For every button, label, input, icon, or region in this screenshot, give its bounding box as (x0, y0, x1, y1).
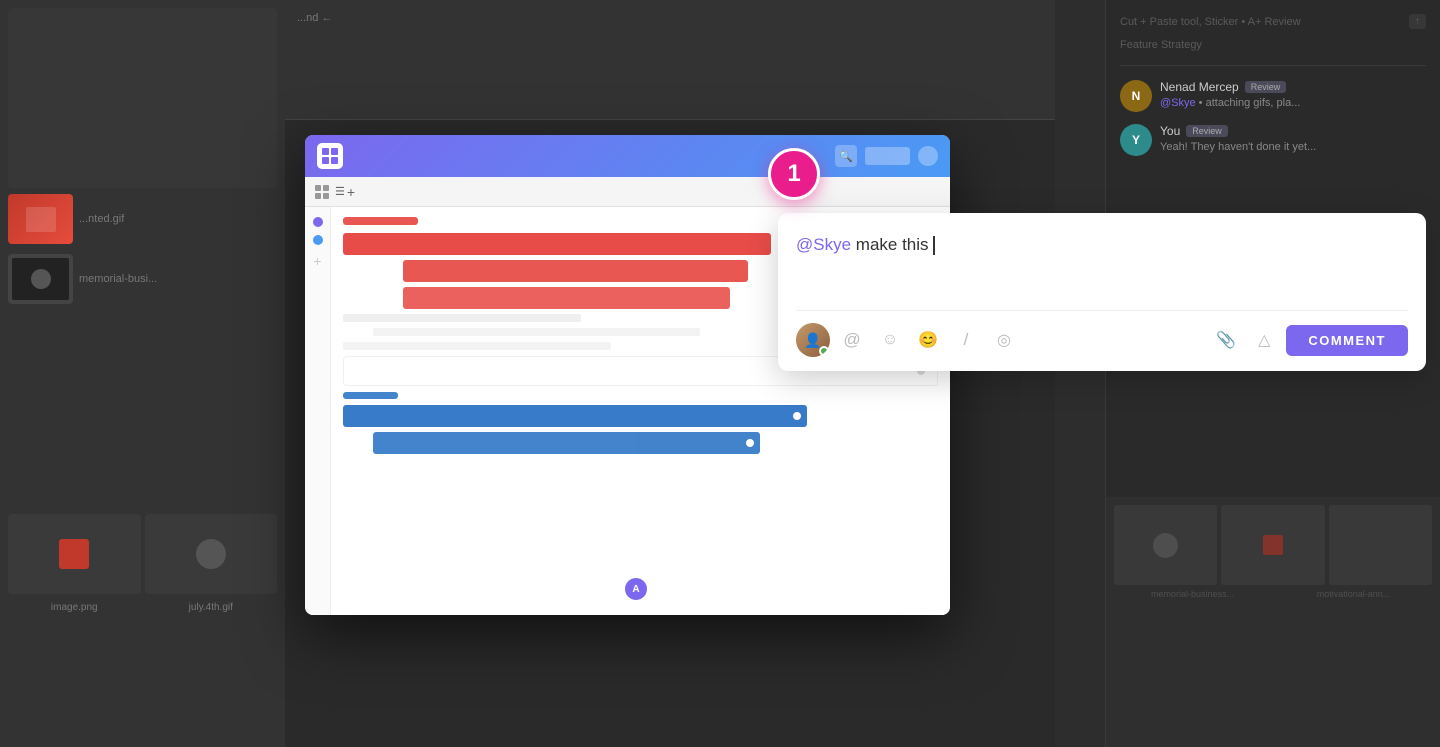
text-cursor (933, 236, 935, 255)
comment-body-text: make this (851, 235, 933, 254)
slash-command-button[interactable]: / (950, 324, 982, 356)
task-bar-1 (343, 233, 771, 255)
user-avatar: 👤 (796, 323, 830, 357)
drive-button[interactable]: △ (1248, 324, 1280, 356)
online-indicator (819, 346, 829, 356)
attach-button[interactable]: 📎 (1210, 324, 1242, 356)
comment-list: N Nenad Mercep Review @Skye • attaching … (1120, 80, 1426, 156)
reaction-button[interactable]: ☺ (874, 324, 906, 356)
comment-submit-button[interactable]: COMMENT (1286, 325, 1408, 356)
grid-view-icon (315, 185, 329, 199)
commenter-name-1: Nenad Mercep (1160, 80, 1239, 94)
header-search-icon: 🔍 (835, 145, 857, 167)
commenter-name-2: You (1160, 124, 1180, 138)
right-header-item-1: Cut + Paste tool, Sticker • A+ Review ↑ (1120, 14, 1426, 29)
task-bar-blue-1 (343, 405, 807, 427)
header-circle-1 (918, 146, 938, 166)
mention-text: @Skye (796, 235, 851, 254)
task-bar-3 (403, 287, 730, 309)
app-toolbar: ☰ + (305, 177, 950, 207)
review-badge-1: Review (1245, 81, 1287, 93)
right-header-item-2: Feature Strategy (1120, 39, 1426, 51)
list-item: ...nted.gif (8, 194, 277, 244)
comment-input-area[interactable]: @Skye make this (796, 231, 1408, 296)
comment-entry-2: Y You Review Yeah! They haven't done it … (1120, 124, 1426, 156)
list-item: memorial-busi... (8, 254, 277, 304)
header-rect-1 (865, 147, 910, 165)
app-header: 🔍 (305, 135, 950, 177)
comment-toolbar: 👤 @ ☺ 😊 / ◎ 📎 △ COMMENT (796, 310, 1408, 357)
avatar-you: Y (1120, 124, 1152, 156)
notification-badge: 1 (768, 148, 820, 200)
avatar-nenad: N (1120, 80, 1152, 112)
target-button[interactable]: ◎ (988, 324, 1020, 356)
at-mention-button[interactable]: @ (836, 324, 868, 356)
main-modal: 🔍 ☰ + + (305, 135, 950, 615)
app-inner-sidebar: + (305, 207, 331, 615)
emoji-button[interactable]: 😊 (912, 324, 944, 356)
app-logo (317, 143, 343, 169)
comment-text-2: Yeah! They haven't done it yet... (1160, 141, 1316, 153)
bg-grid-left: ...nted.gif memorial-busi... image.png j… (0, 0, 285, 747)
comment-entry-1: N Nenad Mercep Review @Skye • attaching … (1120, 80, 1426, 112)
add-task-button[interactable]: ☰ + (335, 184, 355, 200)
right-panel: Cut + Paste tool, Sticker • A+ Review ↑ … (1105, 0, 1440, 747)
review-badge-2: Review (1186, 125, 1228, 137)
task-bar-blue-2 (373, 432, 760, 454)
comment-popup: @Skye make this 👤 @ ☺ 😊 / ◎ 📎 △ COMMENT (778, 213, 1426, 371)
comment-text-1: @Skye • attaching gifs, pla... (1160, 97, 1300, 109)
task-bar-2 (403, 260, 748, 282)
